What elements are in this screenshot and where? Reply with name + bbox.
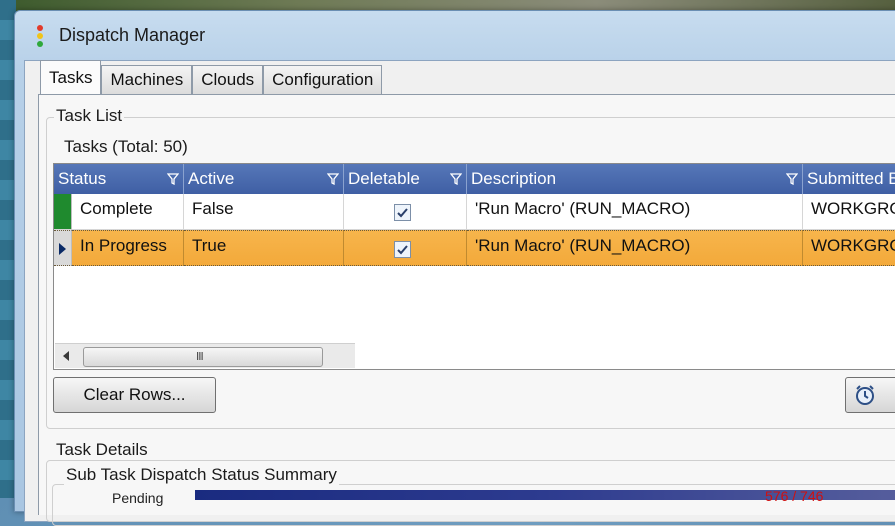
scroll-thumb[interactable]: III <box>83 347 323 367</box>
scroll-left-arrow-icon[interactable] <box>63 351 69 361</box>
row-selector[interactable] <box>54 230 72 266</box>
column-header-label: Deletable <box>348 169 420 188</box>
column-header-deletable[interactable]: Deletable <box>344 164 467 194</box>
column-header-status[interactable]: Status <box>54 164 184 194</box>
horizontal-scrollbar[interactable]: III <box>55 343 355 368</box>
task-list-group-title: Task List <box>54 106 125 126</box>
task-grid[interactable]: Status Active Deletable Description Subm… <box>53 163 895 370</box>
cell-status: Complete <box>72 194 184 230</box>
clear-rows-button[interactable]: Clear Rows... <box>53 377 216 413</box>
column-header-label: Active <box>188 169 235 188</box>
cell-status: In Progress <box>72 230 184 266</box>
row-status-indicator <box>54 194 72 230</box>
table-row[interactable]: Complete False 'Run Macro' (RUN_MACRO) W… <box>54 194 895 230</box>
column-header-label: Submitted B <box>807 169 895 188</box>
cell-active: False <box>184 194 344 230</box>
current-row-arrow-icon <box>59 243 66 255</box>
filter-icon[interactable] <box>450 173 462 185</box>
filter-icon[interactable] <box>327 173 339 185</box>
filter-icon[interactable] <box>167 173 179 185</box>
column-header-active[interactable]: Active <box>184 164 344 194</box>
tasks-total-label: Tasks (Total: 50) <box>64 137 188 156</box>
tab-configuration[interactable]: Configuration <box>263 65 383 94</box>
filter-icon[interactable] <box>786 173 798 185</box>
cell-submitted-by: WORKGRO <box>803 194 895 230</box>
column-header-description[interactable]: Description <box>467 164 803 194</box>
cell-description: 'Run Macro' (RUN_MACRO) <box>467 194 803 230</box>
cell-deletable <box>344 230 467 266</box>
title-bar[interactable]: Dispatch Manager <box>15 11 895 65</box>
tab-clouds[interactable]: Clouds <box>192 65 264 94</box>
pending-label: Pending <box>112 490 164 506</box>
check-icon <box>397 245 408 255</box>
tab-tasks[interactable]: Tasks <box>40 60 102 94</box>
sub-task-summary-title: Sub Task Dispatch Status Summary <box>64 465 339 485</box>
column-header-label: Status <box>58 169 107 188</box>
deletable-checkbox[interactable] <box>394 241 411 259</box>
check-icon <box>397 208 408 218</box>
window-title: Dispatch Manager <box>59 25 206 45</box>
dispatch-count: 576 / 746 <box>765 488 824 504</box>
scroll-grip: III <box>196 350 204 363</box>
table-row-selected[interactable]: In Progress True 'Run Macro' (RUN_MACRO)… <box>54 230 895 266</box>
column-header-label: Description <box>471 169 557 188</box>
cell-active: True <box>184 230 344 266</box>
cell-deletable <box>344 194 467 230</box>
cell-description: 'Run Macro' (RUN_MACRO) <box>467 230 803 266</box>
alarm-clock-icon <box>856 385 874 405</box>
deletable-checkbox[interactable] <box>394 204 411 222</box>
task-details-group-title: Task Details <box>54 440 150 460</box>
schedule-button[interactable] <box>845 377 895 413</box>
cell-submitted-by: WORKGRO <box>803 230 895 266</box>
tab-strip: Tasks Machines Clouds Configuration <box>40 60 383 94</box>
column-header-submitted-by[interactable]: Submitted B <box>803 164 895 194</box>
traffic-light-icon <box>37 25 43 47</box>
tab-machines[interactable]: Machines <box>101 65 193 94</box>
grid-header: Status Active Deletable Description Subm… <box>54 164 895 194</box>
